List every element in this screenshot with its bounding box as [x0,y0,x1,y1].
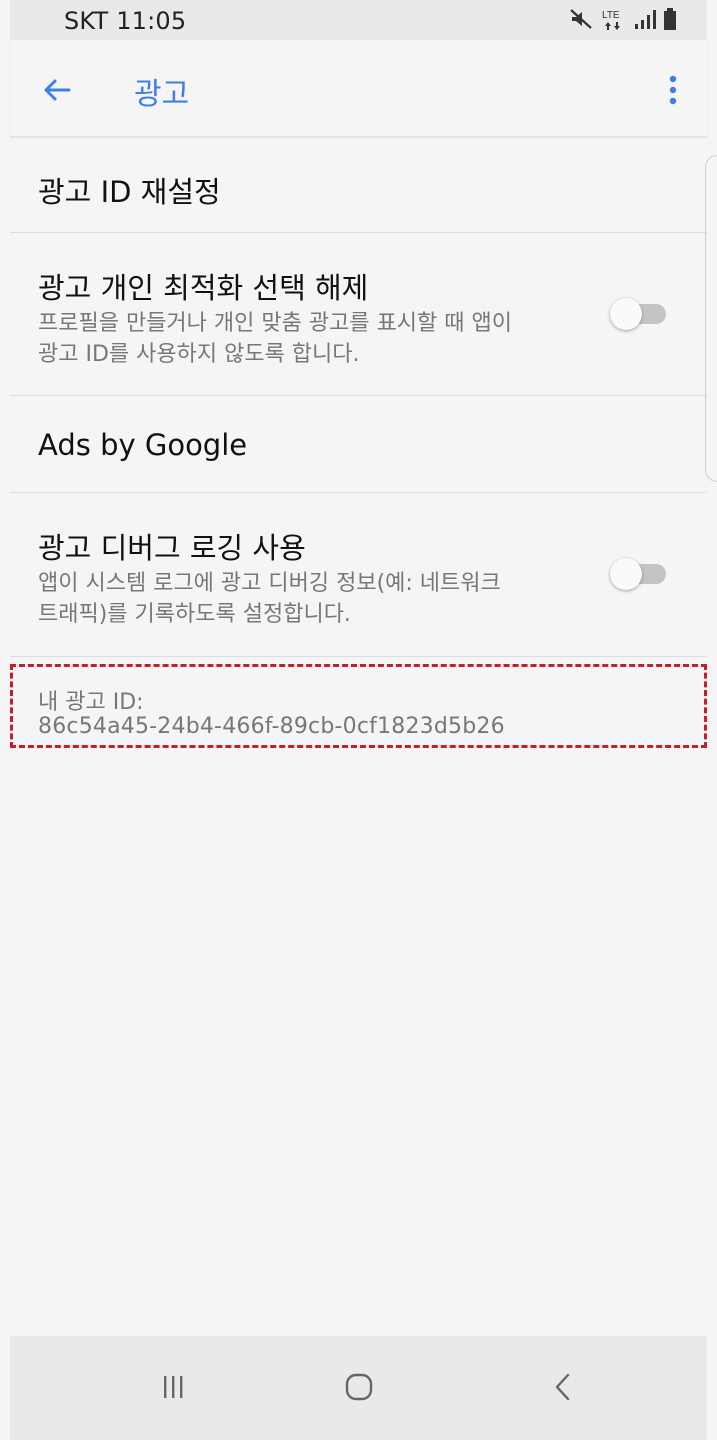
back-icon [555,1373,570,1401]
app-bar: 광고 [10,40,707,137]
more-vertical-icon [669,75,677,105]
status-icons: LTE [569,6,677,32]
battery-icon [664,8,676,30]
ad-id-value: 86c54a45-24b4-466f-89cb-0cf1823d5b26 [38,714,505,739]
opt-out-personalization-item[interactable]: 광고 개인 최적화 선택 해제 프로필을 만들거나 개인 맞춤 광고를 표시할 … [10,232,707,396]
debug-logging-item[interactable]: 광고 디버그 로깅 사용 앱이 시스템 로그에 광고 디버깅 정보(예: 네트워… [10,492,707,657]
ad-id-label: 내 광고 ID: [38,690,144,715]
home-icon [345,1373,373,1401]
toggle-thumb [610,298,642,330]
status-bar: SKT 11:05 LTE [10,0,707,40]
debug-logging-description: 앱이 시스템 로그에 광고 디버깅 정보(예: 네트워크 트래픽)를 기록하도록… [38,568,598,630]
screen: SKT 11:05 LTE 광고 광고 ID 재설정 광고 개인 최적화 선택 … [0,0,717,1440]
opt-out-description-line2: 광고 ID를 사용하지 않도록 합니다. [38,342,360,367]
mute-icon [570,9,592,29]
opt-out-description: 프로필을 만들거나 개인 맞춤 광고를 표시할 때 앱이 광고 ID를 사용하지… [38,308,598,370]
navigation-bar [10,1336,707,1440]
ads-by-google-title: Ads by Google [38,428,248,462]
lte-label: LTE [602,10,620,21]
opt-out-toggle[interactable] [610,298,670,330]
reset-ad-id-title: 광고 ID 재설정 [38,175,221,209]
carrier-time: SKT 11:05 [64,7,187,35]
debug-logging-description-line1: 앱이 시스템 로그에 광고 디버깅 정보(예: 네트워크 [38,571,501,596]
arrow-left-icon [44,79,71,101]
debug-logging-description-line2: 트래픽)를 기록하도록 설정합니다. [38,602,351,627]
back-button[interactable] [35,68,79,112]
ads-by-google-item[interactable]: Ads by Google [10,395,707,493]
recent-apps-icon [164,1376,183,1398]
scroll-indicator[interactable] [705,155,717,482]
nav-back-button[interactable] [538,1362,588,1412]
opt-out-title: 광고 개인 최적화 선택 해제 [38,271,369,305]
debug-logging-toggle[interactable] [610,558,670,590]
reset-ad-id-item[interactable]: 광고 ID 재설정 [10,136,707,233]
lte-icon: LTE [602,10,620,30]
recent-apps-button[interactable] [148,1362,198,1412]
toggle-thumb [610,558,642,590]
more-options-button[interactable] [653,70,693,110]
signal-icon [635,10,656,29]
page-title: 광고 [134,77,190,112]
debug-logging-title: 광고 디버그 로깅 사용 [38,531,306,565]
home-button[interactable] [334,1362,384,1412]
opt-out-description-line1: 프로필을 만들거나 개인 맞춤 광고를 표시할 때 앱이 [38,311,512,336]
